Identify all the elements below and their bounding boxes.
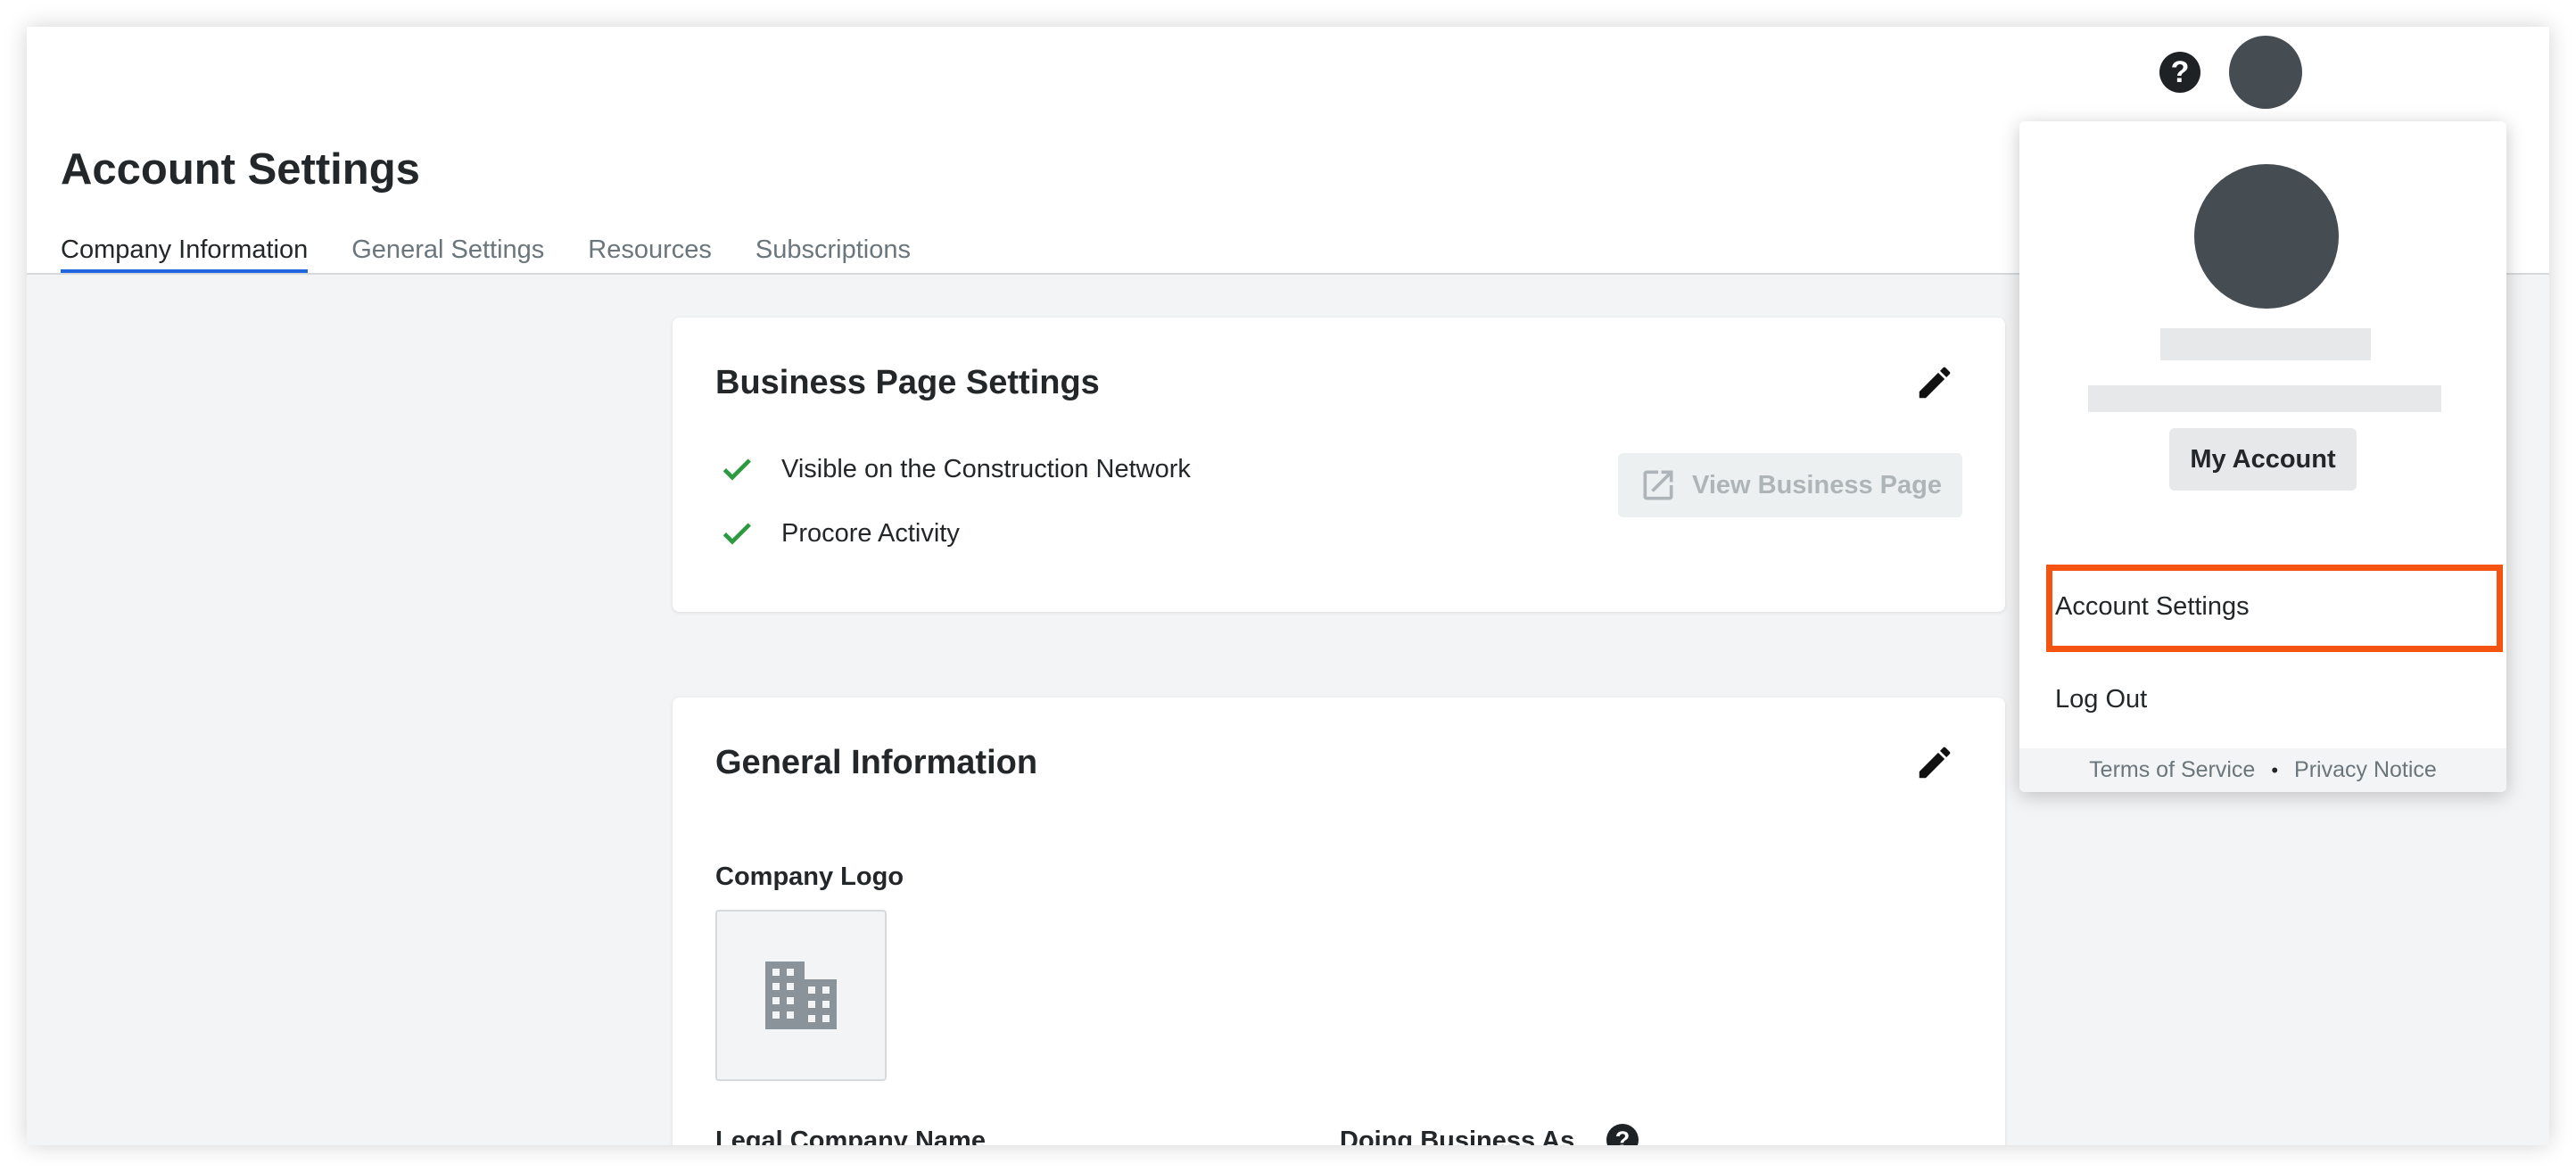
terms-of-service-link[interactable]: Terms of Service (2089, 757, 2255, 783)
pencil-icon[interactable] (1914, 362, 1955, 403)
check-icon (722, 458, 751, 481)
footer-separator: • (2271, 758, 2279, 781)
page-title: Account Settings (61, 145, 420, 194)
tab-resources[interactable]: Resources (588, 235, 712, 273)
pencil-icon[interactable] (1914, 742, 1955, 783)
help-icon[interactable]: ? (1606, 1124, 1639, 1145)
settings-tabs: Company Information General Settings Res… (61, 235, 954, 273)
legal-company-name-label: Legal Company Name (715, 1127, 986, 1145)
menu-item-log-out[interactable]: Log Out (2019, 658, 2506, 740)
privacy-notice-link[interactable]: Privacy Notice (2294, 757, 2437, 783)
business-page-settings-title: Business Page Settings (715, 364, 1100, 401)
procore-activity-label: Procore Activity (781, 518, 960, 548)
tab-subscriptions[interactable]: Subscriptions (755, 235, 911, 273)
company-logo-placeholder[interactable] (715, 910, 887, 1081)
visible-network-row: Visible on the Construction Network (719, 451, 1191, 487)
user-email-placeholder (2088, 385, 2441, 412)
user-avatar (2194, 164, 2339, 309)
check-icon (722, 523, 751, 545)
view-business-page-label: View Business Page (1692, 470, 1942, 499)
help-icon[interactable]: ? (2159, 52, 2200, 93)
building-icon (765, 962, 837, 1029)
view-business-page-button[interactable]: View Business Page (1618, 453, 1962, 517)
business-page-settings-card: Business Page Settings Visible on the Co… (673, 318, 2005, 612)
menu-item-account-settings[interactable]: Account Settings (2019, 565, 2506, 648)
general-information-card: General Information Company Logo Legal C… (673, 697, 2005, 1145)
tab-general-settings[interactable]: General Settings (351, 235, 544, 273)
general-information-title: General Information (715, 744, 1038, 781)
user-avatar-button[interactable] (2229, 36, 2302, 109)
account-dropdown-menu: My Account Account Settings Log Out Term… (2019, 121, 2506, 792)
external-link-icon (1643, 470, 1673, 500)
tab-company-information[interactable]: Company Information (61, 235, 309, 273)
procore-activity-row: Procore Activity (719, 516, 960, 551)
dropdown-footer: Terms of Service • Privacy Notice (2019, 748, 2506, 792)
my-account-button[interactable]: My Account (2169, 428, 2357, 491)
company-logo-label: Company Logo (715, 862, 904, 891)
doing-business-as-label: Doing Business As (1340, 1127, 1575, 1145)
user-name-placeholder (2160, 328, 2371, 360)
app-window: ? Account Settings Company Information G… (27, 27, 2549, 1145)
visible-network-label: Visible on the Construction Network (781, 454, 1191, 483)
